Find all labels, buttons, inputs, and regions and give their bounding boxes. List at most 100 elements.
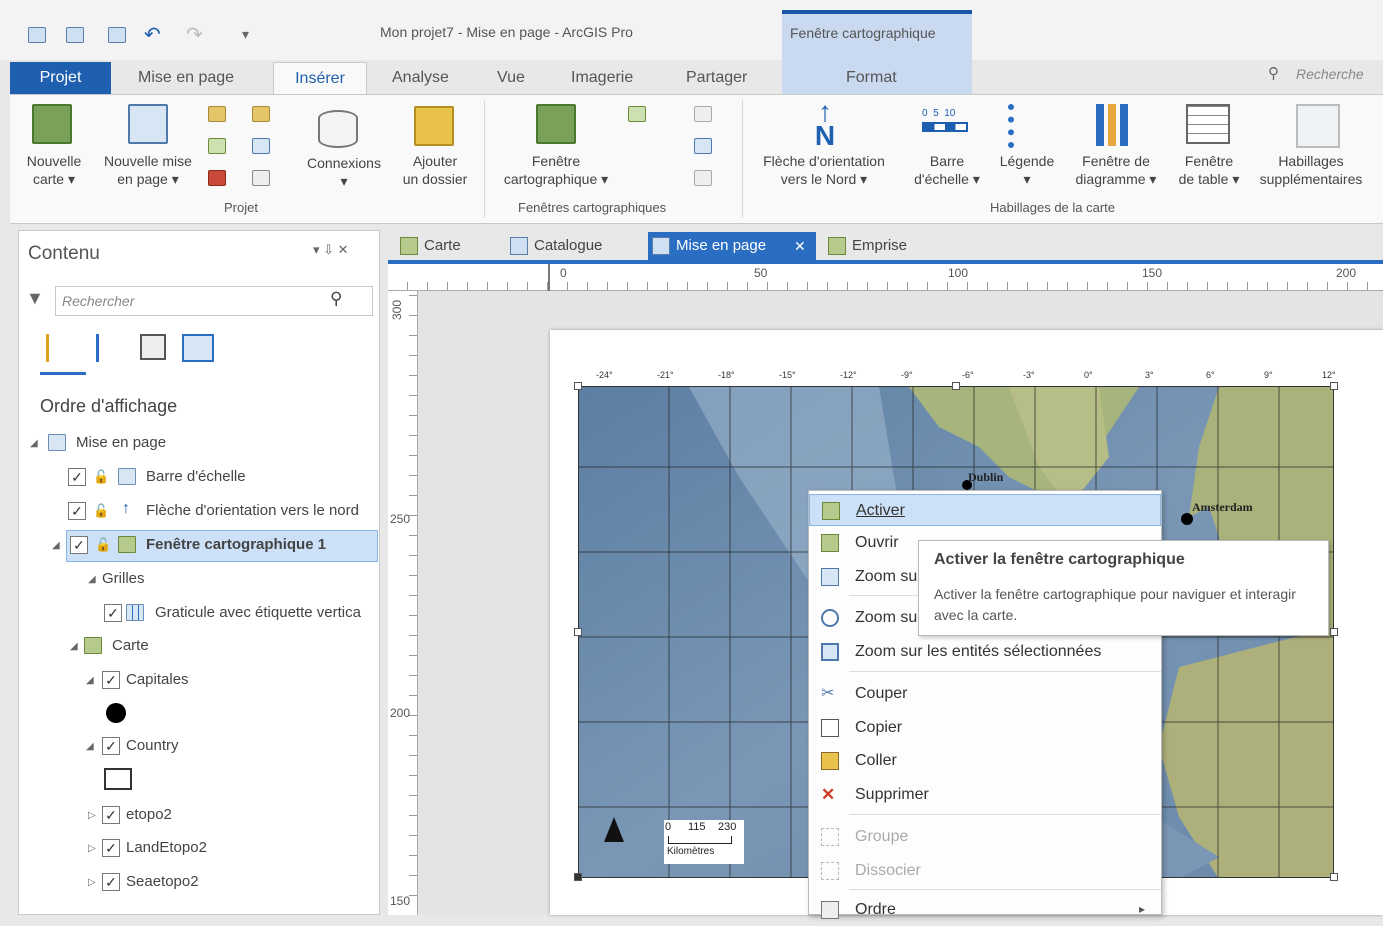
checkbox-country[interactable]: ✓ [102, 737, 120, 755]
checkbox-scale-bar[interactable]: ✓ [68, 468, 86, 486]
tree-item-carte[interactable]: Carte [112, 637, 149, 654]
tab-format[interactable]: Format [836, 62, 907, 94]
map-series-icon[interactable] [628, 106, 646, 122]
toolbox-icon[interactable] [252, 106, 270, 122]
collapse-triangle[interactable]: ◢ [88, 574, 96, 585]
map-frame-button[interactable]: Fenêtre cartographique ▾ [492, 152, 620, 188]
checkbox-capitales[interactable]: ✓ [102, 671, 120, 689]
add-folder-icon[interactable] [414, 106, 454, 146]
legend-button[interactable]: Légende ▾ [994, 152, 1060, 188]
filter-icon[interactable]: ▼ [26, 288, 44, 309]
menu-item-ordre[interactable]: Ordre ▸ [809, 894, 1161, 926]
selection-handle[interactable] [574, 873, 582, 881]
graticule-icon[interactable] [694, 170, 712, 186]
customize-quick-access-icon[interactable]: ▾ [242, 26, 249, 43]
menu-item-activer[interactable]: Activer [809, 494, 1161, 526]
new-map-button[interactable]: Nouvelle carte ▾ [18, 152, 90, 188]
source-list-icon[interactable] [140, 334, 166, 360]
polygon-symbol-icon[interactable] [104, 768, 132, 790]
view-tab-carte[interactable]: Carte [396, 232, 496, 260]
selection-handle[interactable] [952, 382, 960, 390]
checkbox-landetopo2[interactable]: ✓ [102, 839, 120, 857]
draw-order-icon[interactable] [46, 334, 74, 362]
checkbox-map-frame[interactable]: ✓ [70, 536, 88, 554]
expand-triangle[interactable]: ▷ [88, 877, 96, 888]
legend-icon[interactable] [1008, 104, 1044, 148]
tree-item-country[interactable]: Country [126, 737, 179, 754]
tree-item-seaetopo2[interactable]: Seaetopo2 [126, 873, 199, 890]
undo-icon[interactable]: ↶ [144, 22, 161, 47]
tree-item-graticule[interactable]: Graticule avec étiquette vertica [155, 604, 379, 621]
pane-controls[interactable]: ▾ ⇩ ✕ [313, 242, 349, 258]
tree-item-capitales[interactable]: Capitales [126, 671, 189, 688]
view-tab-catalogue[interactable]: Catalogue [506, 232, 636, 260]
menu-item-couper[interactable]: ✂ Couper [809, 678, 1161, 710]
checkbox-etopo2[interactable]: ✓ [102, 806, 120, 824]
selection-handle[interactable] [574, 628, 582, 636]
search-icon[interactable]: ⚲ [330, 289, 342, 309]
new-layout-icon[interactable] [128, 104, 168, 144]
notebook-icon[interactable] [252, 170, 270, 186]
redo-icon[interactable]: ↷ [186, 22, 203, 47]
lock-icon[interactable]: 🔓 [93, 503, 109, 519]
connections-button[interactable]: Connexions ▾ [298, 154, 390, 190]
menu-item-coller[interactable]: Coller [809, 745, 1161, 777]
tree-item-north-arrow[interactable]: Flèche d'orientation vers le nord [146, 502, 378, 519]
tab-projet[interactable]: Projet [10, 62, 111, 94]
scale-bar-icon[interactable] [922, 122, 968, 132]
tab-inserer[interactable]: Insérer [273, 62, 367, 96]
menu-item-supprimer[interactable]: ✕ Supprimer [809, 779, 1161, 811]
collapse-triangle[interactable]: ◢ [86, 675, 94, 686]
new-layout-button[interactable]: Nouvelle mise en page ▾ [94, 152, 202, 188]
extent-indicator-icon[interactable] [694, 106, 712, 122]
tab-partager[interactable]: Partager [676, 62, 757, 94]
chart-frame-icon[interactable] [1096, 104, 1136, 146]
menu-item-copier[interactable]: Copier [809, 712, 1161, 744]
chart-frame-button[interactable]: Fenêtre de diagramme ▾ [1064, 152, 1168, 188]
more-surrounds-button[interactable]: Habillages supplémentaires [1250, 152, 1372, 188]
lock-icon[interactable]: 🔓 [93, 469, 109, 485]
new-project-icon[interactable] [28, 27, 46, 43]
save-project-icon[interactable] [108, 27, 126, 43]
tab-analyse[interactable]: Analyse [382, 62, 459, 94]
task-icon[interactable] [208, 138, 226, 154]
north-arrow-button[interactable]: Flèche d'orientation vers le Nord ▾ [748, 152, 900, 188]
view-tab-emprise[interactable]: Emprise [824, 232, 934, 260]
checkbox-seaetopo2[interactable]: ✓ [102, 873, 120, 891]
grid-icon[interactable] [694, 138, 712, 154]
collapse-triangle[interactable]: ◢ [86, 741, 94, 752]
toolbox-red-icon[interactable] [208, 170, 226, 186]
table-frame-icon[interactable] [1186, 104, 1230, 144]
map-frame-icon[interactable] [536, 104, 576, 144]
tab-imagerie[interactable]: Imagerie [561, 62, 643, 94]
close-tab-icon[interactable]: ✕ [794, 232, 806, 260]
point-symbol-icon[interactable] [106, 703, 126, 723]
selection-handle[interactable] [1330, 382, 1338, 390]
tree-item-landetopo2[interactable]: LandEtopo2 [126, 839, 207, 856]
collapse-triangle[interactable]: ◢ [52, 540, 60, 551]
report-icon[interactable] [252, 138, 270, 154]
collapse-triangle[interactable]: ◢ [70, 641, 78, 652]
selection-handle[interactable] [1330, 628, 1338, 636]
tree-item-scale-bar[interactable]: Barre d'échelle [146, 468, 246, 485]
table-frame-button[interactable]: Fenêtre de table ▾ [1170, 152, 1248, 188]
tab-mise-en-page[interactable]: Mise en page [128, 62, 244, 94]
tree-item-etopo2[interactable]: etopo2 [126, 806, 172, 823]
checkbox-graticule[interactable]: ✓ [104, 604, 122, 622]
search-icon[interactable]: ⚲ [1268, 64, 1279, 82]
lock-icon[interactable]: 🔓 [95, 537, 111, 553]
expand-triangle[interactable]: ▷ [88, 843, 96, 854]
tree-item-mise-en-page[interactable]: Mise en page [76, 434, 166, 451]
tree-item-grids[interactable]: Grilles [102, 570, 145, 587]
menu-item-zoom-selection[interactable]: Zoom sur les entités sélectionnées [809, 636, 1161, 668]
tab-vue[interactable]: Vue [487, 62, 535, 94]
checkbox-north-arrow[interactable]: ✓ [68, 502, 86, 520]
new-map-icon[interactable] [32, 104, 72, 144]
view-tab-mise-en-page[interactable]: Mise en page ✕ [648, 232, 816, 260]
open-project-icon[interactable] [66, 27, 84, 43]
snapping-list-icon[interactable] [182, 334, 214, 362]
connections-icon[interactable] [318, 110, 358, 148]
expand-triangle[interactable]: ▷ [88, 810, 96, 821]
add-folder-button[interactable]: Ajouter un dossier [396, 152, 474, 188]
import-icon[interactable] [208, 106, 226, 122]
